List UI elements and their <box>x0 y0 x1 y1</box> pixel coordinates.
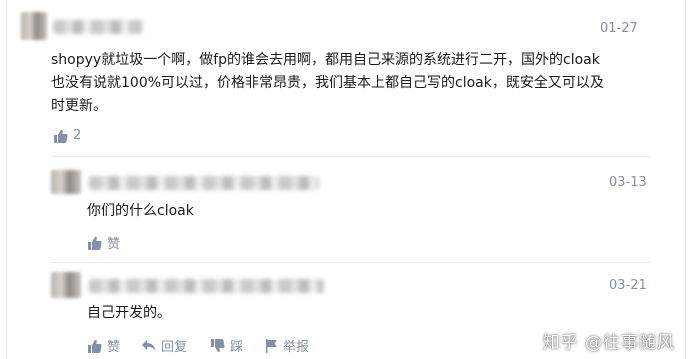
comment-date: 03-13 <box>609 175 647 190</box>
author-name-blurred[interactable] <box>89 279 324 293</box>
comment-text-line: shopyy就垃圾一个啊，做fp的谁会去用啊，都用自己来源的系统进行二开，国外的… <box>51 52 600 68</box>
reply-button[interactable]: 回复 <box>141 336 187 355</box>
like-button[interactable]: 2 <box>53 128 81 143</box>
report-button[interactable]: 举报 <box>265 336 309 355</box>
dislike-button[interactable]: 踩 <box>210 336 243 355</box>
like-button[interactable]: 赞 <box>87 336 120 355</box>
flag-icon <box>265 338 278 353</box>
zhihu-watermark: 知乎 @往事随风 <box>543 328 675 353</box>
thumbs-down-icon <box>210 338 225 353</box>
like-count: 2 <box>73 128 82 143</box>
dislike-label: 踩 <box>230 340 244 355</box>
report-label: 举报 <box>283 340 310 355</box>
like-button[interactable]: 赞 <box>87 233 120 252</box>
avatar[interactable] <box>51 170 81 194</box>
comment-text-line: 时更新。 <box>51 98 107 114</box>
author-name-blurred[interactable] <box>89 176 319 190</box>
divider <box>51 262 651 263</box>
reply-text: 自己开发的。 <box>87 305 171 321</box>
watermark-text: 知乎 @往事随风 <box>542 333 675 353</box>
like-label: 赞 <box>107 237 121 252</box>
avatar[interactable] <box>21 12 47 40</box>
comment-text-line: 也没有说就100%可以过，价格非常昂贵，我们基本上都自己写的cloak，既安全又… <box>51 75 604 91</box>
reply-label: 回复 <box>161 340 188 355</box>
reply-text: 你们的什么cloak <box>87 203 194 219</box>
like-label: 赞 <box>107 340 121 355</box>
reply-arrow-icon <box>141 339 156 352</box>
thumbs-up-icon <box>87 236 102 250</box>
thumbs-up-icon <box>53 129 68 143</box>
comment-date: 01-27 <box>600 21 638 36</box>
comment-date: 03-21 <box>609 278 647 293</box>
author-name-blurred[interactable] <box>53 20 143 34</box>
avatar[interactable] <box>51 272 81 298</box>
thumbs-up-icon <box>87 339 102 353</box>
divider <box>51 156 651 157</box>
comment-panel: 01-27 shopyy就垃圾一个啊，做fp的谁会去用啊，都用自己来源的系统进行… <box>6 0 686 359</box>
